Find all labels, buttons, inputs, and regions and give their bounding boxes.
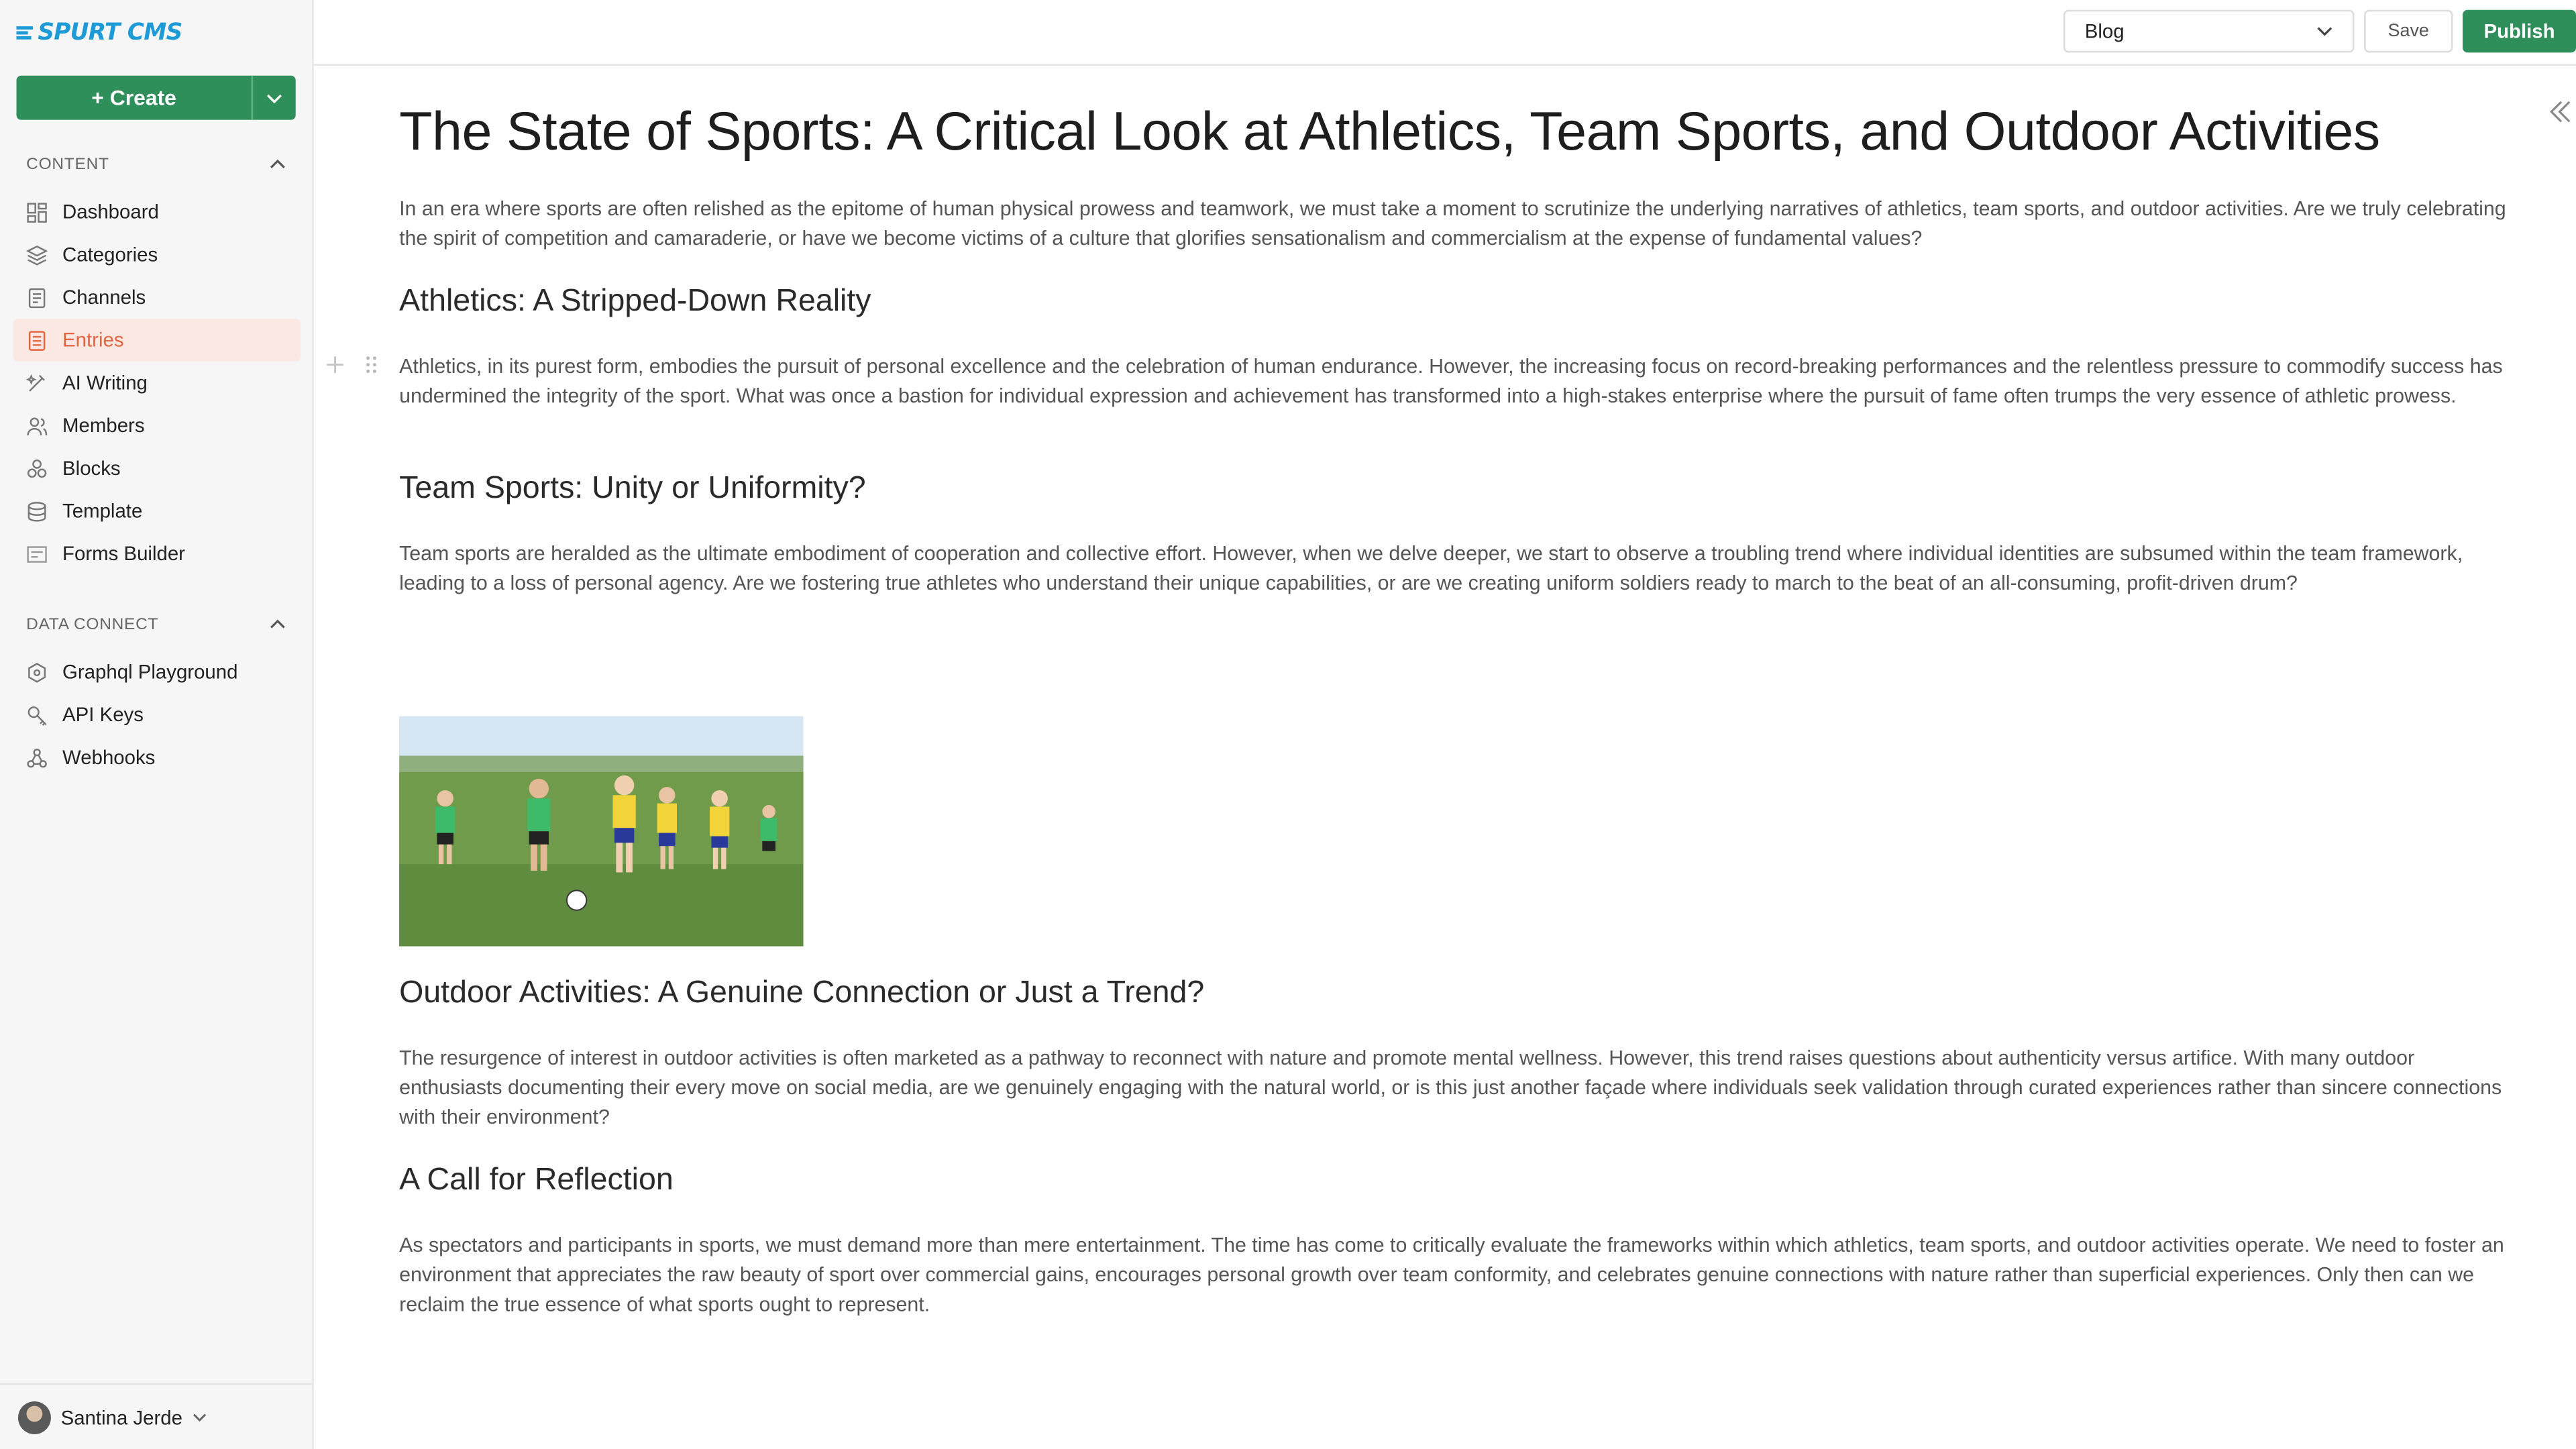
call-paragraph[interactable]: As spectators and participants in sports… — [399, 1230, 2518, 1319]
categories-icon — [26, 244, 48, 265]
user-name: Santina Jerde — [60, 1405, 182, 1429]
sidebar-item-members[interactable]: Members — [13, 404, 301, 447]
create-button[interactable]: + Create — [16, 75, 252, 120]
sidebar-item-label: Blocks — [62, 456, 121, 480]
plus-icon[interactable] — [325, 355, 345, 374]
sidebar-item-template[interactable]: Template — [13, 490, 301, 533]
chevron-down-icon — [266, 93, 282, 103]
sidebar-item-label: Entries — [62, 328, 124, 352]
sidebar-item-label: Forms Builder — [62, 542, 185, 566]
sidebar-item-channels[interactable]: Channels — [13, 276, 301, 319]
article-title[interactable]: The State of Sports: A Critical Look at … — [399, 95, 2518, 168]
top-bar: Blog Save Publish — [313, 0, 2576, 66]
channel-select[interactable]: Blog — [2063, 9, 2355, 53]
sidebar-item-forms-builder[interactable]: Forms Builder — [13, 532, 301, 575]
sidebar-item-webhooks[interactable]: Webhooks — [13, 736, 301, 779]
sidebar: SPURT CMS + Create CONTENT Dashboard Cat… — [0, 0, 314, 1449]
chevron-down-icon — [2317, 27, 2332, 36]
sidebar-item-label: API Keys — [62, 703, 144, 727]
chevron-up-icon[interactable] — [270, 619, 286, 629]
create-dropdown-toggle[interactable] — [251, 75, 296, 120]
sidebar-item-label: Channels — [62, 286, 146, 309]
sidebar-item-label: Dashboard — [62, 200, 159, 224]
sidebar-item-label: Members — [62, 414, 145, 437]
data-connect-nav: Graphql Playground API Keys Webhooks — [13, 651, 301, 779]
graphql-icon — [28, 661, 46, 682]
heading-outdoor-activities[interactable]: Outdoor Activities: A Genuine Connection… — [399, 974, 1204, 1014]
intro-paragraph[interactable]: In an era where sports are often relishe… — [399, 194, 2518, 253]
block-tools — [325, 355, 378, 374]
ai-writing-icon — [26, 373, 45, 391]
create-button-group: + Create — [16, 75, 296, 120]
team-sports-paragraph[interactable]: Team sports are heralded as the ultimate… — [399, 539, 2518, 598]
forms-builder-icon — [27, 545, 47, 562]
dashboard-icon — [27, 202, 47, 222]
publish-button[interactable]: Publish — [2463, 9, 2576, 53]
soccer-photo-illustration — [399, 716, 804, 947]
sidebar-item-categories[interactable]: Categories — [13, 233, 301, 276]
logo-lines-icon — [16, 26, 33, 40]
sidebar-item-label: Categories — [62, 243, 158, 266]
sidebar-item-entries[interactable]: Entries — [13, 319, 301, 362]
heading-athletics[interactable]: Athletics: A Stripped-Down Reality — [399, 282, 871, 322]
webhook-icon — [27, 747, 47, 767]
members-icon — [27, 417, 48, 435]
sidebar-item-graphql-playground[interactable]: Graphql Playground — [13, 651, 301, 694]
sidebar-item-api-keys[interactable]: API Keys — [13, 693, 301, 736]
athletics-paragraph[interactable]: Athletics, in its purest form, embodies … — [399, 352, 2518, 411]
entries-icon — [28, 330, 46, 350]
avatar — [17, 1400, 51, 1434]
sidebar-item-ai-writing[interactable]: AI Writing — [13, 362, 301, 405]
soccer-kids-image[interactable] — [399, 716, 804, 947]
sidebar-item-label: Webhooks — [62, 745, 156, 769]
data-connect-section-header[interactable]: DATA CONNECT — [26, 612, 286, 635]
logo-text: SPURT CMS — [38, 19, 182, 46]
heading-team-sports[interactable]: Team Sports: Unity or Uniformity? — [399, 470, 866, 509]
chevron-up-icon[interactable] — [270, 159, 286, 170]
drag-handle-icon[interactable] — [365, 355, 378, 374]
save-button[interactable]: Save — [2364, 9, 2453, 53]
content-nav: Dashboard Categories Channels Entries AI… — [13, 191, 301, 575]
chevron-down-icon — [193, 1413, 207, 1421]
sidebar-item-label: Graphql Playground — [62, 660, 238, 684]
content-section-header[interactable]: CONTENT — [26, 153, 286, 176]
collapse-panel-icon[interactable] — [2546, 99, 2573, 125]
sidebar-item-label: Template — [62, 499, 143, 523]
outdoor-paragraph[interactable]: The resurgence of interest in outdoor ac… — [399, 1043, 2518, 1132]
sidebar-item-dashboard[interactable]: Dashboard — [13, 191, 301, 233]
channel-select-value: Blog — [2084, 19, 2125, 43]
user-menu[interactable]: Santina Jerde — [0, 1383, 313, 1449]
key-icon — [28, 705, 47, 725]
sidebar-item-label: AI Writing — [62, 371, 148, 394]
channels-icon — [28, 287, 46, 307]
section-label: DATA CONNECT — [26, 615, 159, 634]
section-label: CONTENT — [26, 155, 109, 174]
article-title-wrap: The State of Sports: A Critical Look at … — [399, 95, 2518, 168]
template-icon — [28, 500, 46, 521]
logo[interactable]: SPURT CMS — [16, 16, 182, 49]
heading-call-for-reflection[interactable]: A Call for Reflection — [399, 1161, 674, 1201]
blocks-icon — [27, 458, 47, 477]
sidebar-item-blocks[interactable]: Blocks — [13, 447, 301, 490]
